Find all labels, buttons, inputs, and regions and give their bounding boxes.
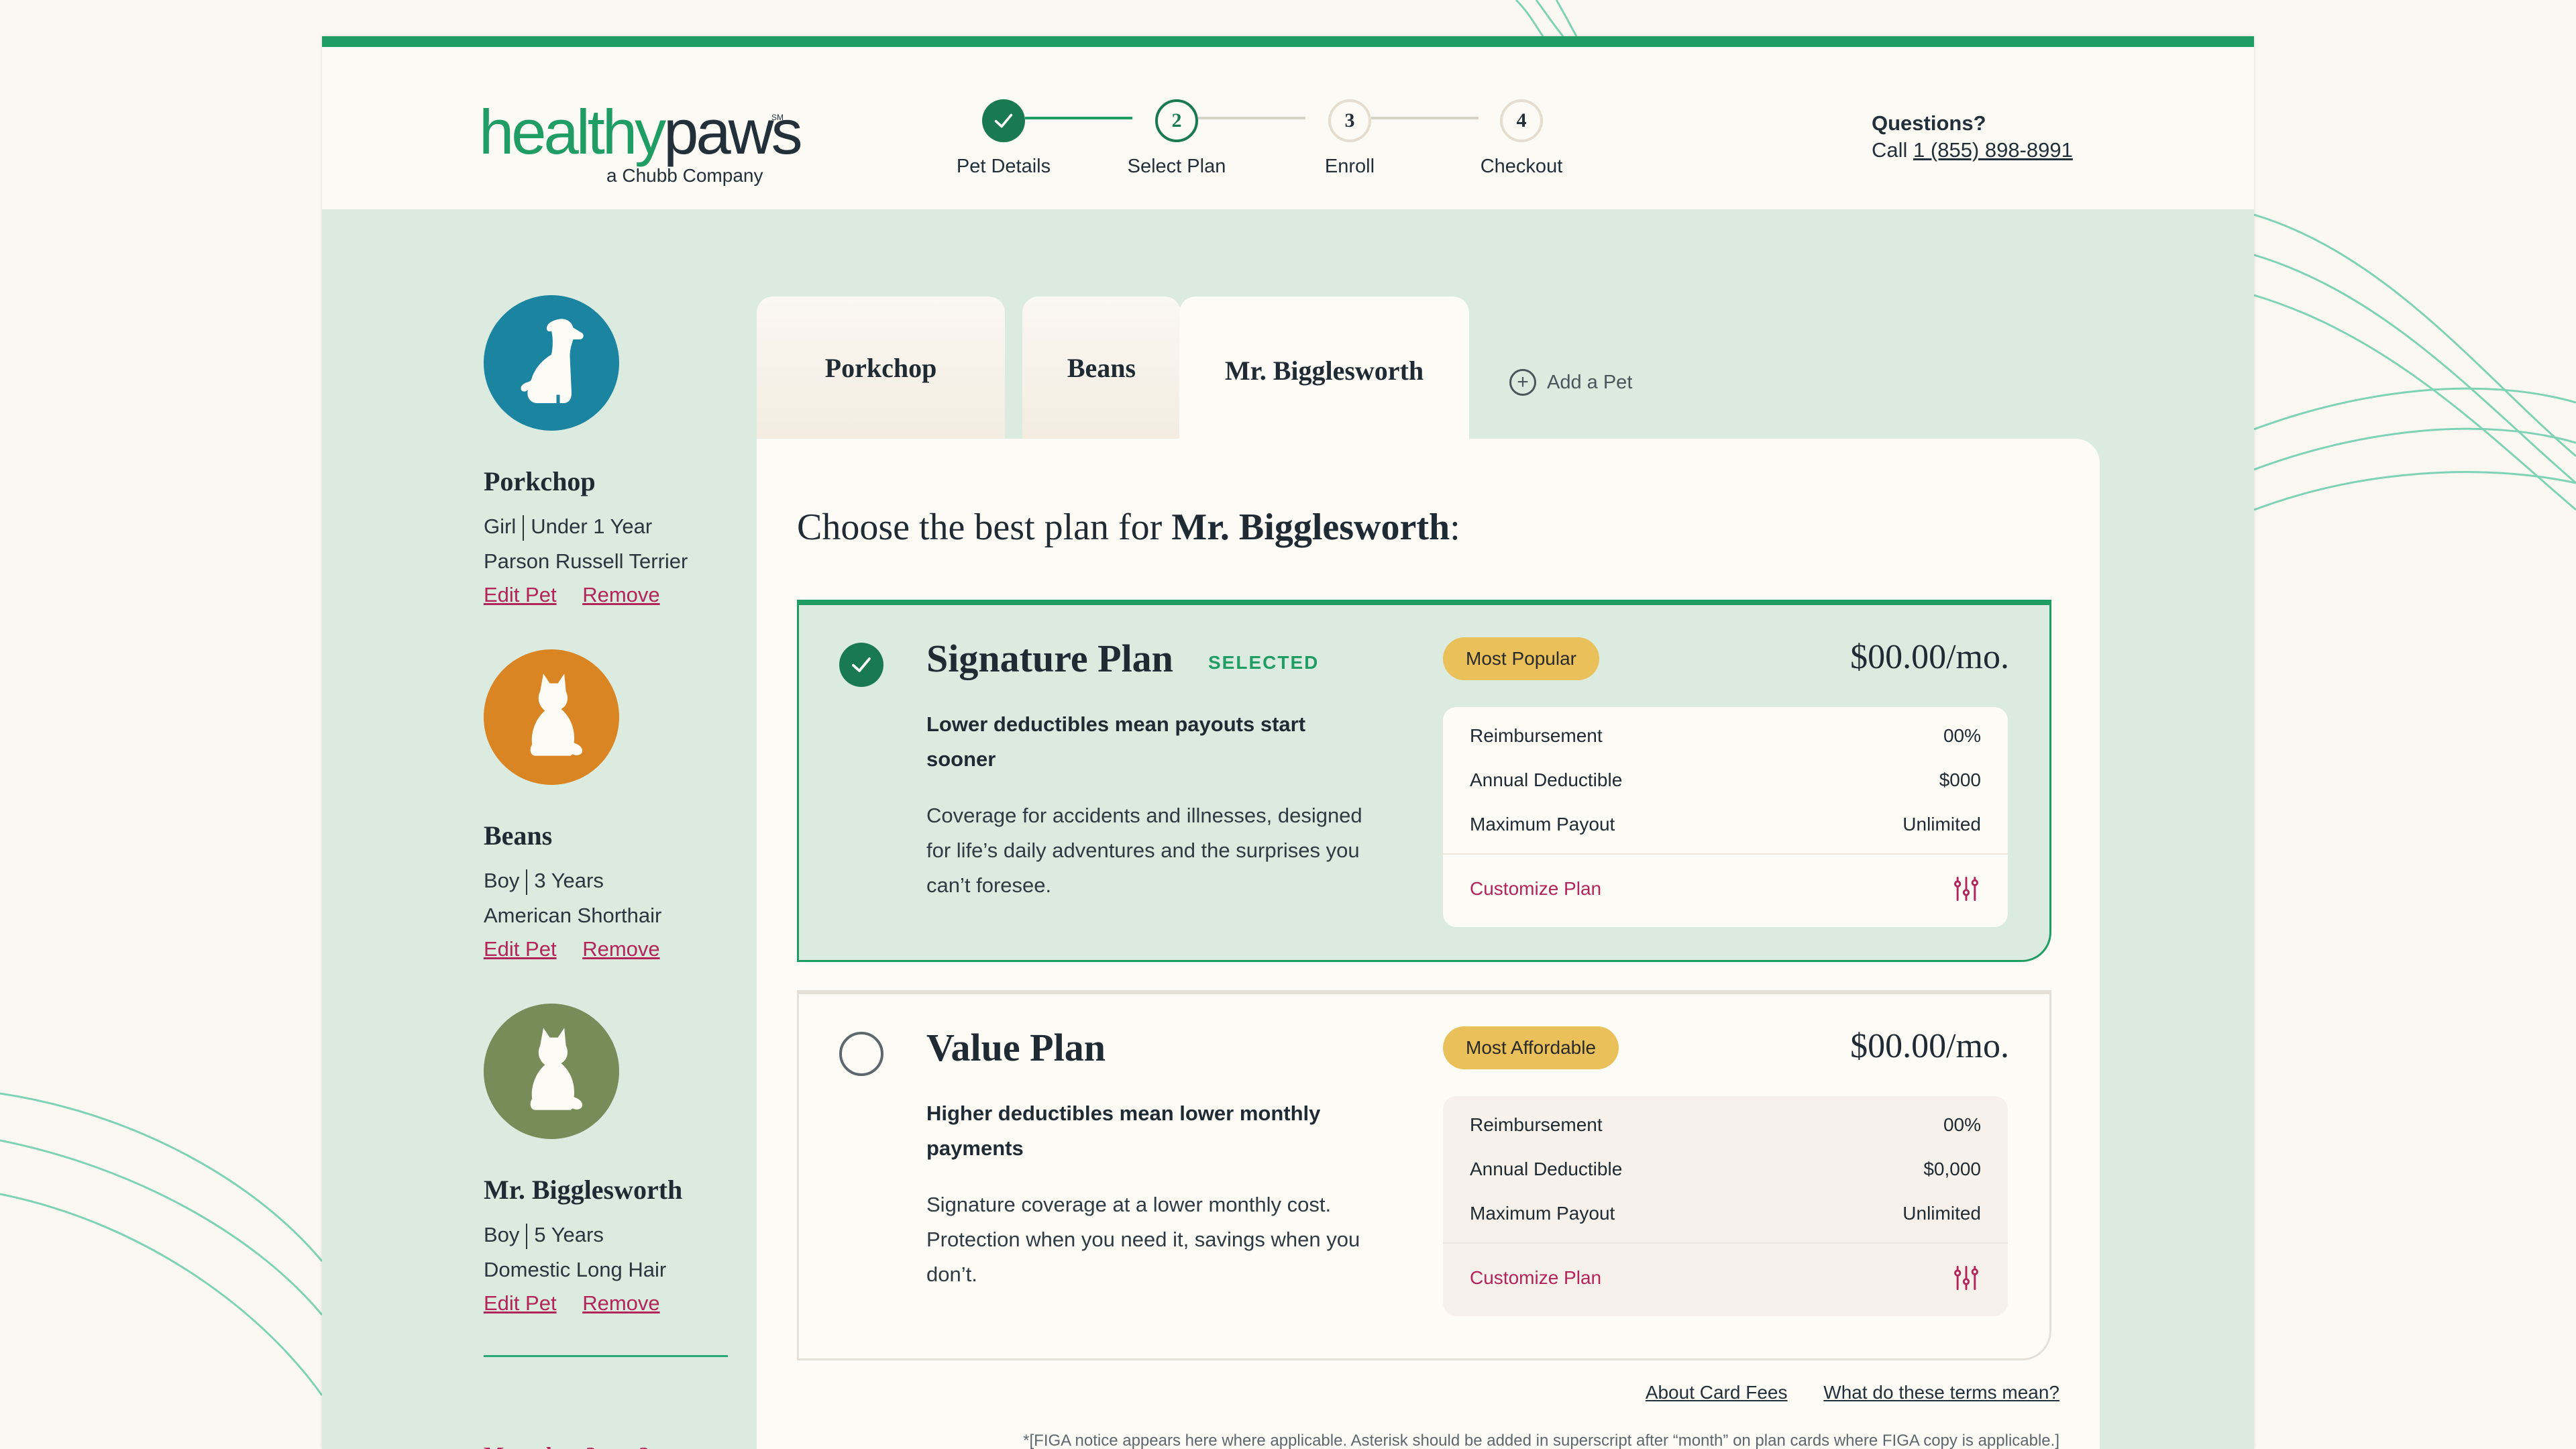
add-pet-button[interactable]: + Add a Pet <box>1509 369 1632 396</box>
pet-name: Mr. Bigglesworth <box>484 1175 683 1205</box>
detail-row-maximum-payout: Maximum Payout Unlimited <box>1470 814 1981 835</box>
remove-pet-link[interactable]: Remove <box>582 937 659 961</box>
step-4-label: Checkout <box>1480 156 1563 177</box>
detail-row-reimbursement: Reimbursement 00% <box>1470 1114 1981 1135</box>
plan-price: $00.00/mo. <box>1850 1027 2009 1065</box>
header-bar: healthypaws SM a Chubb Company Pet Detai… <box>322 36 2254 209</box>
step-2-label: Select Plan <box>1127 156 1226 177</box>
tab-porkchop[interactable]: Porkchop <box>757 297 1005 439</box>
plan-description: Coverage for accidents and illnesses, de… <box>926 804 1362 897</box>
plus-icon: + <box>1509 369 1536 396</box>
healthy-paws-logo[interactable]: healthypaws SM a Chubb Company <box>479 101 803 186</box>
edit-pet-link[interactable]: Edit Pet <box>484 1291 557 1315</box>
detail-row-annual-deductible: Annual Deductible $000 <box>1470 769 1981 790</box>
logo-wordmark: healthypaws <box>479 97 803 167</box>
app-window: healthypaws SM a Chubb Company Pet Detai… <box>322 36 2254 1449</box>
details-divider <box>1443 853 2008 855</box>
progress-stepper: Pet Details 2 Select Plan 3 Enroll 4 Che… <box>957 91 1630 185</box>
contact-call-line: Call 1 (855) 898-8991 <box>1872 138 2073 162</box>
pet-meta: Girl Under 1 Year Parson Russell Terrier <box>484 515 688 573</box>
logo-tagline: a Chubb Company <box>606 165 763 186</box>
plan-details-box: Reimbursement 00% Annual Deductible $000 M… <box>1443 707 2008 927</box>
sidebar-pet-porkchop: Porkchop Girl Under 1 Year Parson Russell… <box>484 295 779 607</box>
most-affordable-badge: Most Affordable <box>1443 1026 1619 1069</box>
contact-block: Questions? Call 1 (855) 898-8991 <box>1872 111 2073 162</box>
logo-service-mark: SM <box>771 113 784 122</box>
step-connector-2-3 <box>1198 117 1305 119</box>
add-pet-label: Add a Pet <box>1547 371 1633 393</box>
sidebar-pet-mr-bigglesworth: Mr. Bigglesworth Boy 5 Years Domestic Lon… <box>484 1004 779 1316</box>
sliders-icon <box>1954 877 1978 901</box>
detail-row-maximum-payout: Maximum Payout Unlimited <box>1470 1203 1981 1224</box>
figa-notice: *[FIGA notice appears here where applica… <box>1023 1432 2059 1449</box>
most-popular-badge: Most Popular <box>1443 637 1599 680</box>
sidebar-pet-beans: Beans Boy 3 Years American Shorthair Edit… <box>484 649 779 961</box>
step-4-upcoming[interactable]: 4 <box>1500 99 1543 142</box>
plan-headline: Lower deductibles mean payouts start soo… <box>926 712 1306 771</box>
pet-actions: Edit Pet Remove <box>484 583 779 607</box>
plan-card-signature[interactable]: Signature Plan SELECTED Lower deductible… <box>797 600 2051 962</box>
step-2-current[interactable]: 2 <box>1155 99 1198 142</box>
customize-plan-button[interactable]: Customize Plan <box>1470 867 1981 911</box>
selected-check-icon[interactable] <box>839 643 883 687</box>
details-divider <box>1443 1242 2008 1244</box>
pet-meta: Boy 5 Years Domestic Long Hair <box>484 1223 667 1281</box>
step-1-complete-check-icon[interactable] <box>982 99 1025 142</box>
tab-beans[interactable]: Beans <box>1022 297 1181 439</box>
detail-row-annual-deductible: Annual Deductible $0,000 <box>1470 1159 1981 1179</box>
footer-links: About Card Fees What do these terms mean… <box>1615 1382 2059 1403</box>
pet-avatar-cat-icon <box>484 649 619 785</box>
plan-price: $00.00/mo. <box>1850 638 2009 676</box>
plan-details-box: Reimbursement 00% Annual Deductible $0,000… <box>1443 1096 2008 1316</box>
edit-pet-link[interactable]: Edit Pet <box>484 583 557 606</box>
plan-description: Signature coverage at a lower monthly co… <box>926 1193 1360 1286</box>
detail-row-reimbursement: Reimbursement 00% <box>1470 725 1981 746</box>
plan-name: Signature Plan <box>926 637 1173 680</box>
plan-card-value[interactable]: Value Plan Higher deductibles mean lower… <box>797 990 2051 1360</box>
pet-avatar-cat-icon <box>484 1004 619 1139</box>
pet-name: Porkchop <box>484 466 596 496</box>
tab-mr-bigglesworth[interactable]: Mr. Bigglesworth <box>1179 297 1469 444</box>
plan-headline: Higher deductibles mean lower monthly pa… <box>926 1102 1321 1160</box>
plan-selection-panel: Choose the best plan for Mr. Biggleswort… <box>757 439 2100 1449</box>
more-than-3-pets-link[interactable]: More than 3 pets? <box>484 1442 649 1449</box>
edit-pet-link[interactable]: Edit Pet <box>484 937 557 961</box>
step-3-upcoming[interactable]: 3 <box>1328 99 1371 142</box>
plan-name: Value Plan <box>926 1026 1106 1069</box>
page-title: Choose the best plan for Mr. Biggleswort… <box>797 506 1460 548</box>
selected-tag: SELECTED <box>1208 652 1320 673</box>
sidebar-divider <box>484 1355 728 1357</box>
contact-title: Questions? <box>1872 111 1986 135</box>
remove-pet-link[interactable]: Remove <box>582 583 659 606</box>
about-card-fees-link[interactable]: About Card Fees <box>1646 1382 1788 1403</box>
phone-link[interactable]: 1 (855) 898-8991 <box>1913 138 2073 162</box>
sliders-icon <box>1954 1266 1978 1290</box>
customize-plan-button[interactable]: Customize Plan <box>1470 1256 1981 1300</box>
radio-unselected-icon[interactable] <box>839 1032 883 1076</box>
pet-name: Beans <box>484 820 553 851</box>
step-3-label: Enroll <box>1324 156 1375 177</box>
step-1-label: Pet Details <box>956 156 1051 177</box>
remove-pet-link[interactable]: Remove <box>582 1291 659 1315</box>
pet-meta: Boy 3 Years American Shorthair <box>484 869 662 927</box>
step-connector-1-2 <box>1025 117 1132 119</box>
pet-avatar-dog-icon <box>484 295 619 431</box>
pet-actions: Edit Pet Remove <box>484 937 779 961</box>
step-connector-3-4 <box>1371 117 1479 119</box>
pet-actions: Edit Pet Remove <box>484 1291 779 1316</box>
terms-meaning-link[interactable]: What do these terms mean? <box>1823 1382 2059 1403</box>
